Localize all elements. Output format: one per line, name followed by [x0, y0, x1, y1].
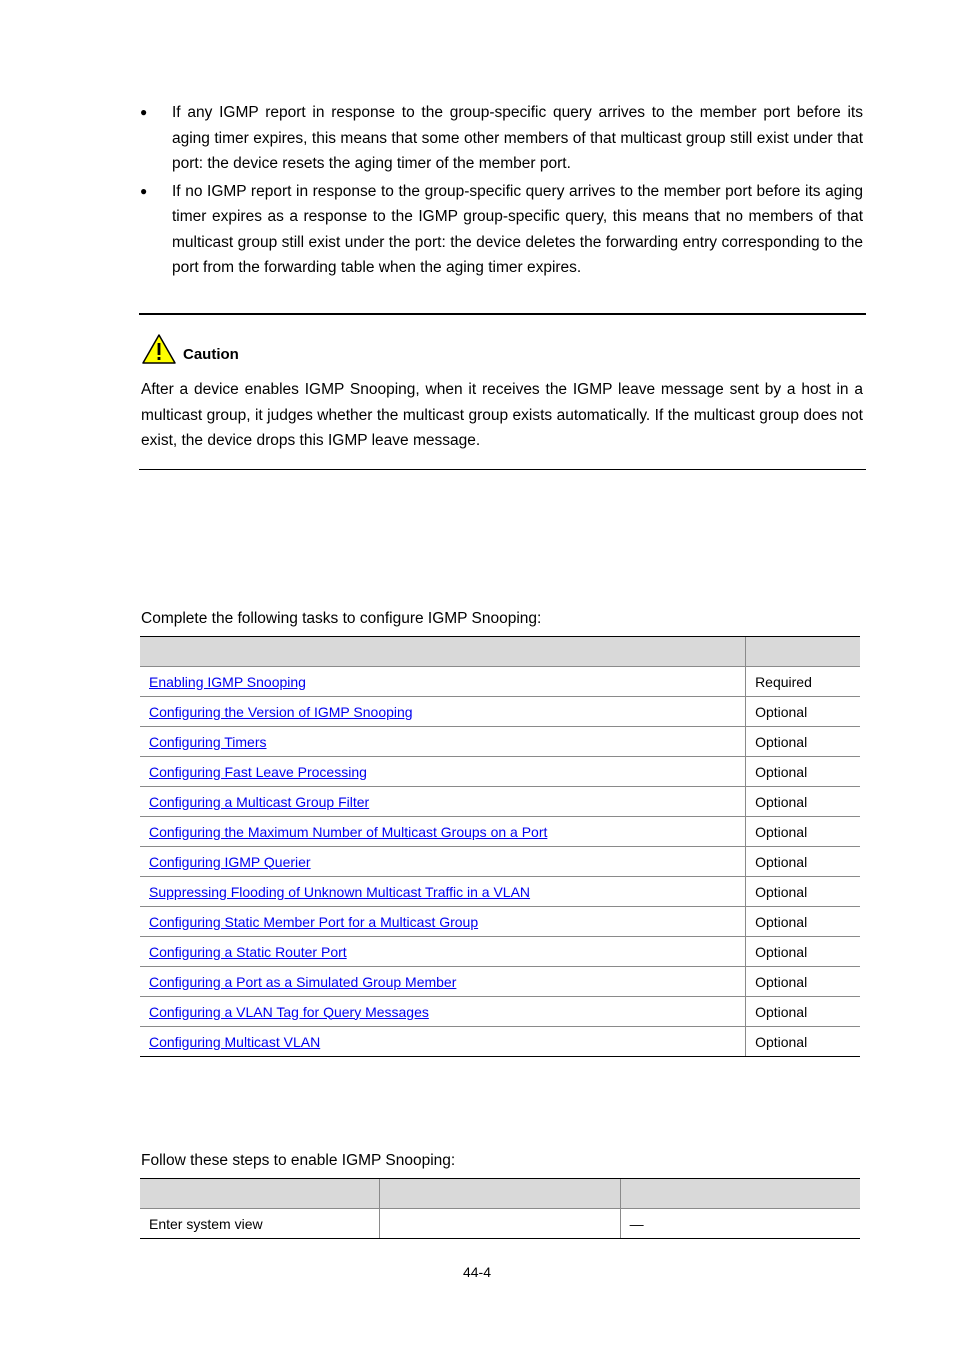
remark-cell: Optional: [745, 756, 860, 787]
remark-cell: Optional: [745, 726, 860, 757]
task-cell: Configuring the Maximum Number of Multic…: [140, 816, 746, 847]
steps-intro: Follow these steps to enable IGMP Snoopi…: [141, 1152, 456, 1169]
task-link[interactable]: Configuring IGMP Querier: [149, 854, 311, 870]
remark-cell: Optional: [745, 936, 860, 967]
task-link[interactable]: Configuring Fast Leave Processing: [149, 764, 367, 780]
caution-label: Caution: [183, 346, 239, 363]
bullet-text: If any IGMP report in response to the gr…: [172, 104, 863, 172]
table-row: Configuring the Maximum Number of Multic…: [140, 816, 860, 847]
remark-cell: Optional: [745, 1026, 860, 1057]
column-header-remarks: [745, 636, 860, 667]
caution-header: Caution: [141, 333, 239, 365]
table-row: Configuring a VLAN Tag for Query Message…: [140, 996, 860, 1027]
task-cell: Configuring a Port as a Simulated Group …: [140, 966, 746, 997]
bullet-text: If no IGMP report in response to the gro…: [172, 182, 863, 277]
column-header-operation: [140, 1178, 380, 1209]
operation-cell: Enter system view: [140, 1208, 380, 1239]
table-row: Configuring the Version of IGMP Snooping…: [140, 696, 860, 727]
bullet-dot-icon: ●: [140, 183, 148, 198]
table-row: Enabling IGMP Snooping Required: [140, 666, 860, 697]
task-cell: Enabling IGMP Snooping: [140, 666, 746, 697]
table-header-row: [140, 1178, 860, 1209]
task-link[interactable]: Configuring a Static Router Port: [149, 944, 347, 960]
task-link[interactable]: Configuring a Port as a Simulated Group …: [149, 974, 456, 990]
steps-table: Enter system view —: [140, 1178, 860, 1239]
column-header-remarks: [619, 1178, 860, 1209]
table-row: Configuring Static Member Port for a Mul…: [140, 906, 860, 937]
table-row: Configuring a Multicast Group Filter Opti…: [140, 786, 860, 817]
remarks-cell: —: [619, 1208, 860, 1239]
remark-cell: Optional: [745, 816, 860, 847]
remark-cell: Required: [745, 666, 860, 697]
table-row: Configuring Timers Optional: [140, 726, 860, 757]
page-number: 44-4: [462, 1264, 492, 1280]
task-link[interactable]: Configuring the Maximum Number of Multic…: [149, 824, 547, 840]
table-row: Configuring a Port as a Simulated Group …: [140, 966, 860, 997]
column-header-task: [140, 636, 746, 667]
table-row: Configuring Multicast VLAN Optional: [140, 1026, 860, 1057]
bullet-list: ● If any IGMP report in response to the …: [140, 100, 863, 283]
task-link[interactable]: Suppressing Flooding of Unknown Multicas…: [149, 884, 530, 900]
task-cell: Configuring Fast Leave Processing: [140, 756, 746, 787]
remark-cell: Optional: [745, 846, 860, 877]
task-cell: Configuring the Version of IGMP Snooping: [140, 696, 746, 727]
remark-cell: Optional: [745, 786, 860, 817]
task-cell: Configuring Multicast VLAN: [140, 1026, 746, 1057]
caution-bottom-rule: [139, 469, 866, 470]
task-table: Enabling IGMP Snooping Required Configurin…: [140, 636, 860, 1057]
task-cell: Configuring Static Member Port for a Mul…: [140, 906, 746, 937]
task-cell: Configuring Timers: [140, 726, 746, 757]
remark-cell: Optional: [745, 906, 860, 937]
command-cell: [379, 1208, 621, 1239]
task-cell: Suppressing Flooding of Unknown Multicas…: [140, 876, 746, 907]
table-header-row: [140, 636, 860, 667]
warning-triangle-icon: [141, 333, 177, 365]
remark-cell: Optional: [745, 876, 860, 907]
task-link[interactable]: Configuring Multicast VLAN: [149, 1034, 320, 1050]
task-link[interactable]: Configuring the Version of IGMP Snooping: [149, 704, 413, 720]
task-link[interactable]: Configuring a Multicast Group Filter: [149, 794, 369, 810]
task-cell: Configuring IGMP Querier: [140, 846, 746, 877]
table-row: Configuring Fast Leave Processing Optiona…: [140, 756, 860, 787]
task-link[interactable]: Configuring Static Member Port for a Mul…: [149, 914, 478, 930]
caution-top-rule: [139, 313, 866, 315]
remark-cell: Optional: [745, 966, 860, 997]
tasks-intro: Complete the following tasks to configur…: [141, 610, 542, 627]
task-link[interactable]: Enabling IGMP Snooping: [149, 674, 306, 690]
table-row: Configuring a Static Router Port Optional: [140, 936, 860, 967]
remark-cell: Optional: [745, 996, 860, 1027]
task-cell: Configuring a Multicast Group Filter: [140, 786, 746, 817]
remark-cell: Optional: [745, 696, 860, 727]
table-row: Configuring IGMP Querier Optional: [140, 846, 860, 877]
bullet-item: ● If any IGMP report in response to the …: [140, 100, 863, 177]
task-link[interactable]: Configuring Timers: [149, 734, 267, 750]
bullet-item: ● If no IGMP report in response to the g…: [140, 179, 863, 281]
bullet-dot-icon: ●: [140, 105, 148, 119]
table-row: Enter system view —: [140, 1208, 860, 1239]
table-row: Suppressing Flooding of Unknown Multicas…: [140, 876, 860, 907]
caution-text: After a device enables IGMP Snooping, wh…: [141, 381, 863, 449]
task-link[interactable]: Configuring a VLAN Tag for Query Message…: [149, 1004, 429, 1020]
task-cell: Configuring a VLAN Tag for Query Message…: [140, 996, 746, 1027]
column-header-command: [379, 1178, 621, 1209]
task-cell: Configuring a Static Router Port: [140, 936, 746, 967]
